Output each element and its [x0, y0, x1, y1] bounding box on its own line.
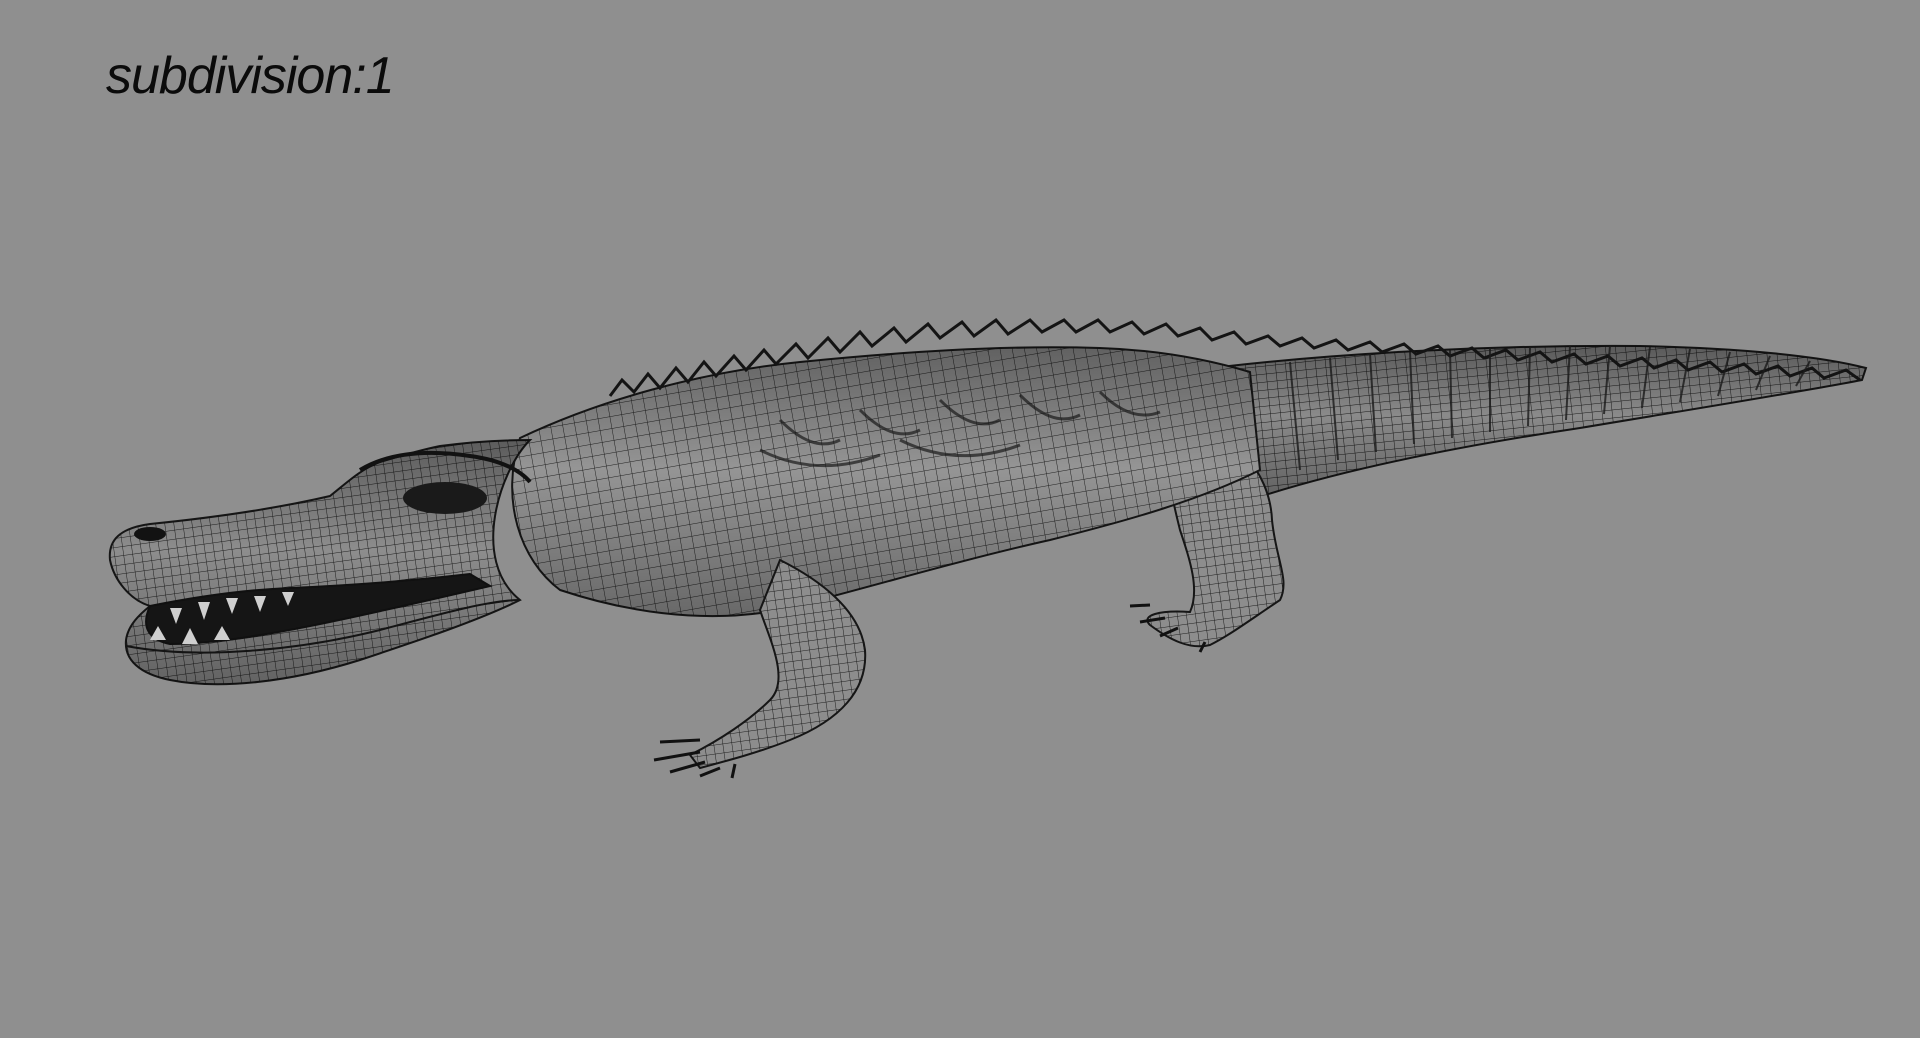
alligator-model: [108, 317, 1868, 779]
viewport: subdivision:1: [0, 0, 1920, 1038]
nostril: [134, 527, 166, 541]
eye-socket: [403, 482, 487, 514]
